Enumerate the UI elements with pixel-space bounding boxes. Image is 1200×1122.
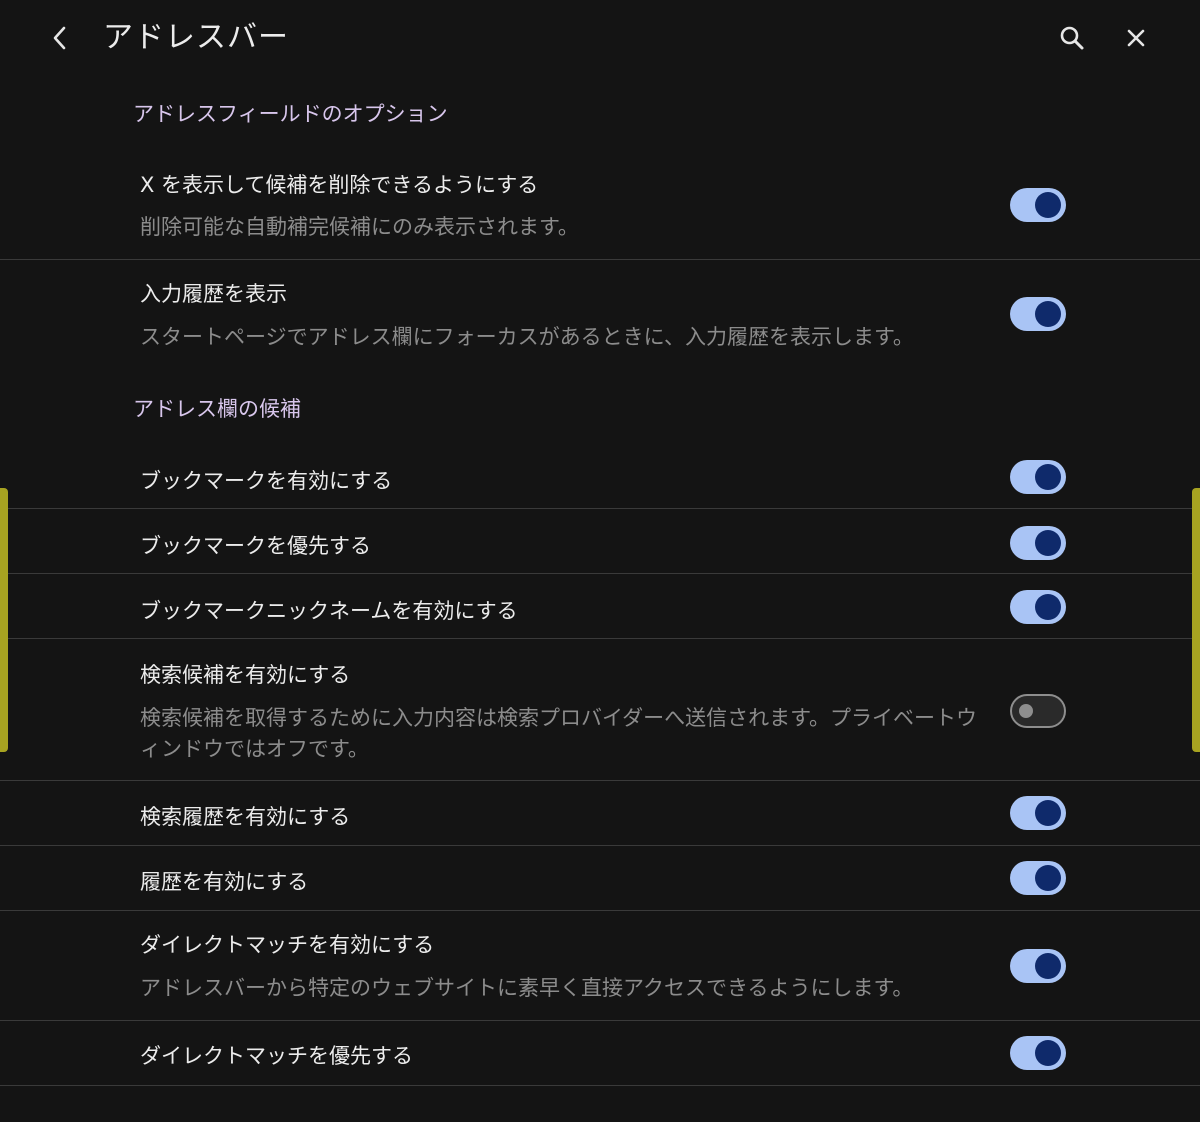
setting-title: 検索履歴を有効にする xyxy=(140,805,351,829)
setting-title: ブックマークを優先する xyxy=(140,534,371,558)
toggle-switch[interactable] xyxy=(1010,590,1066,624)
close-icon xyxy=(1127,29,1145,47)
toggle-knob xyxy=(1035,594,1061,620)
search-icon xyxy=(1060,26,1084,50)
left-edge-handle[interactable] xyxy=(0,488,8,752)
toggle-switch[interactable] xyxy=(1010,949,1066,983)
setting-description: アドレスバーから特定のウェブサイトに素早く直接アクセスできるようにします。 xyxy=(140,976,914,1000)
toggle-knob xyxy=(1019,704,1033,718)
setting-row-search-suggestions[interactable]: 検索候補を有効にする 検索候補を取得するために入力内容は検索プロバイダーへ送信さ… xyxy=(0,639,1200,781)
toggle-knob xyxy=(1035,464,1061,490)
toggle-knob xyxy=(1035,865,1061,891)
back-button[interactable] xyxy=(42,20,78,56)
setting-row-direct-match[interactable]: ダイレクトマッチを有効にする アドレスバーから特定のウェブサイトに素早く直接アク… xyxy=(0,911,1200,1021)
chevron-left-icon xyxy=(53,26,66,50)
setting-row-bookmark-nicknames[interactable]: ブックマークニックネームを有効にする xyxy=(0,574,1200,639)
toggle-knob xyxy=(1035,301,1061,327)
toggle-switch[interactable] xyxy=(1010,188,1066,222)
setting-row-search-history[interactable]: 検索履歴を有効にする xyxy=(0,781,1200,846)
setting-description: 削除可能な自動補完候補にのみ表示されます。 xyxy=(140,215,579,239)
toggle-switch[interactable] xyxy=(1010,1036,1066,1070)
setting-row-typed-history[interactable]: 入力履歴を表示 スタートページでアドレス欄にフォーカスがあるときに、入力履歴を表… xyxy=(0,260,1200,370)
setting-row-prioritize-bookmarks[interactable]: ブックマークを優先する xyxy=(0,509,1200,574)
toggle-knob xyxy=(1035,530,1061,556)
right-edge-handle[interactable] xyxy=(1192,488,1200,752)
toggle-switch[interactable] xyxy=(1010,526,1066,560)
setting-title: ダイレクトマッチを優先する xyxy=(140,1044,413,1068)
toggle-knob xyxy=(1035,1040,1061,1066)
search-button[interactable] xyxy=(1052,18,1092,58)
setting-row-bookmarks[interactable]: ブックマークを有効にする xyxy=(0,444,1200,509)
toggle-switch[interactable] xyxy=(1010,297,1066,331)
top-bar: アドレスバー xyxy=(0,0,1200,80)
page-title: アドレスバー xyxy=(103,20,289,55)
close-button[interactable] xyxy=(1116,18,1156,58)
section-header-address-field-options: アドレスフィールドのオプション xyxy=(133,102,448,126)
setting-row-show-x-remove[interactable]: X を表示して候補を削除できるようにする 削除可能な自動補完候補にのみ表示されま… xyxy=(0,150,1200,260)
setting-description: スタートページでアドレス欄にフォーカスがあるときに、入力履歴を表示します。 xyxy=(140,325,914,349)
section-header-address-suggestions: アドレス欄の候補 xyxy=(133,397,301,421)
setting-title: ダイレクトマッチを有効にする xyxy=(140,933,435,957)
toggle-switch[interactable] xyxy=(1010,460,1066,494)
setting-title: X を表示して候補を削除できるようにする xyxy=(140,173,539,197)
setting-title: 履歴を有効にする xyxy=(140,870,309,894)
setting-row-history[interactable]: 履歴を有効にする xyxy=(0,846,1200,911)
setting-title: ブックマークを有効にする xyxy=(140,469,393,493)
setting-title: ブックマークニックネームを有効にする xyxy=(140,599,518,623)
setting-title: 検索候補を有効にする xyxy=(140,663,351,687)
setting-row-prioritize-direct-match[interactable]: ダイレクトマッチを優先する xyxy=(0,1021,1200,1086)
toggle-switch[interactable] xyxy=(1010,796,1066,830)
settings-page: アドレスバー アドレスフィールドのオプション X を表示して候補を削除できるよう… xyxy=(0,0,1200,1122)
setting-description: 検索候補を取得するために入力内容は検索プロバイダーへ送信されます。プライベートウ… xyxy=(140,706,978,761)
toggle-knob xyxy=(1035,800,1061,826)
setting-title: 入力履歴を表示 xyxy=(140,282,287,306)
toggle-knob xyxy=(1035,953,1061,979)
toggle-switch[interactable] xyxy=(1010,694,1066,728)
toggle-switch[interactable] xyxy=(1010,861,1066,895)
toggle-knob xyxy=(1035,192,1061,218)
